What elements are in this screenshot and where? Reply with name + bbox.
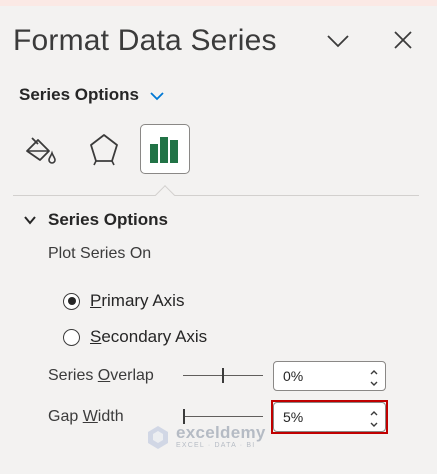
collapse-chevron-icon <box>24 216 36 225</box>
exceldemy-watermark: exceldemy EXCEL · DATA · BI <box>145 424 266 450</box>
series-options-section-header[interactable]: Series Options <box>23 208 168 232</box>
pentagon-icon <box>90 134 118 166</box>
pane-title: Format Data Series <box>13 24 277 57</box>
tab-series-options[interactable] <box>140 124 190 174</box>
tab-divider <box>13 195 419 196</box>
secondary-axis-label: Secondary Axis <box>90 327 208 346</box>
task-pane-options-chevron-icon[interactable] <box>325 30 351 52</box>
chevron-down-icon <box>149 89 165 101</box>
series-options-dropdown-label: Series Options <box>19 85 139 104</box>
decrement-icon[interactable] <box>367 376 381 387</box>
slider-track <box>183 416 263 417</box>
primary-axis-radio[interactable] <box>63 292 80 310</box>
slider-thumb[interactable] <box>222 368 224 383</box>
gap-width-label: Gap Width <box>48 408 124 425</box>
secondary-axis-option[interactable]: Secondary Axis <box>63 326 207 348</box>
watermark-tagline: EXCEL · DATA · BI <box>176 442 256 449</box>
spinner-arrows <box>367 365 381 387</box>
primary-axis-label: Primary Axis <box>90 291 185 310</box>
tab-fill-line[interactable] <box>15 124 65 174</box>
active-tab-pointer <box>155 185 175 205</box>
increment-icon[interactable] <box>367 365 381 376</box>
plot-series-on-label: Plot Series On <box>48 245 152 262</box>
close-icon[interactable] <box>391 28 415 52</box>
watermark-name: exceldemy <box>176 423 266 442</box>
slider-thumb[interactable] <box>183 409 185 424</box>
tab-effects[interactable] <box>79 124 129 174</box>
top-strip <box>0 0 437 6</box>
series-overlap-spinner[interactable] <box>273 361 386 391</box>
secondary-axis-radio[interactable] <box>63 328 80 346</box>
gap-width-highlight-annotation <box>271 400 388 434</box>
paint-bucket-icon <box>26 137 56 164</box>
series-overlap-label: Series Overlap <box>48 367 154 384</box>
series-overlap-input[interactable] <box>275 363 360 389</box>
series-options-dropdown[interactable]: Series Options <box>19 84 165 106</box>
exceldemy-logo-icon <box>148 426 168 449</box>
bar-chart-icon <box>150 137 178 163</box>
primary-axis-option[interactable]: Primary Axis <box>63 290 184 312</box>
series-overlap-slider[interactable] <box>183 366 263 386</box>
section-title: Series Options <box>48 210 168 229</box>
